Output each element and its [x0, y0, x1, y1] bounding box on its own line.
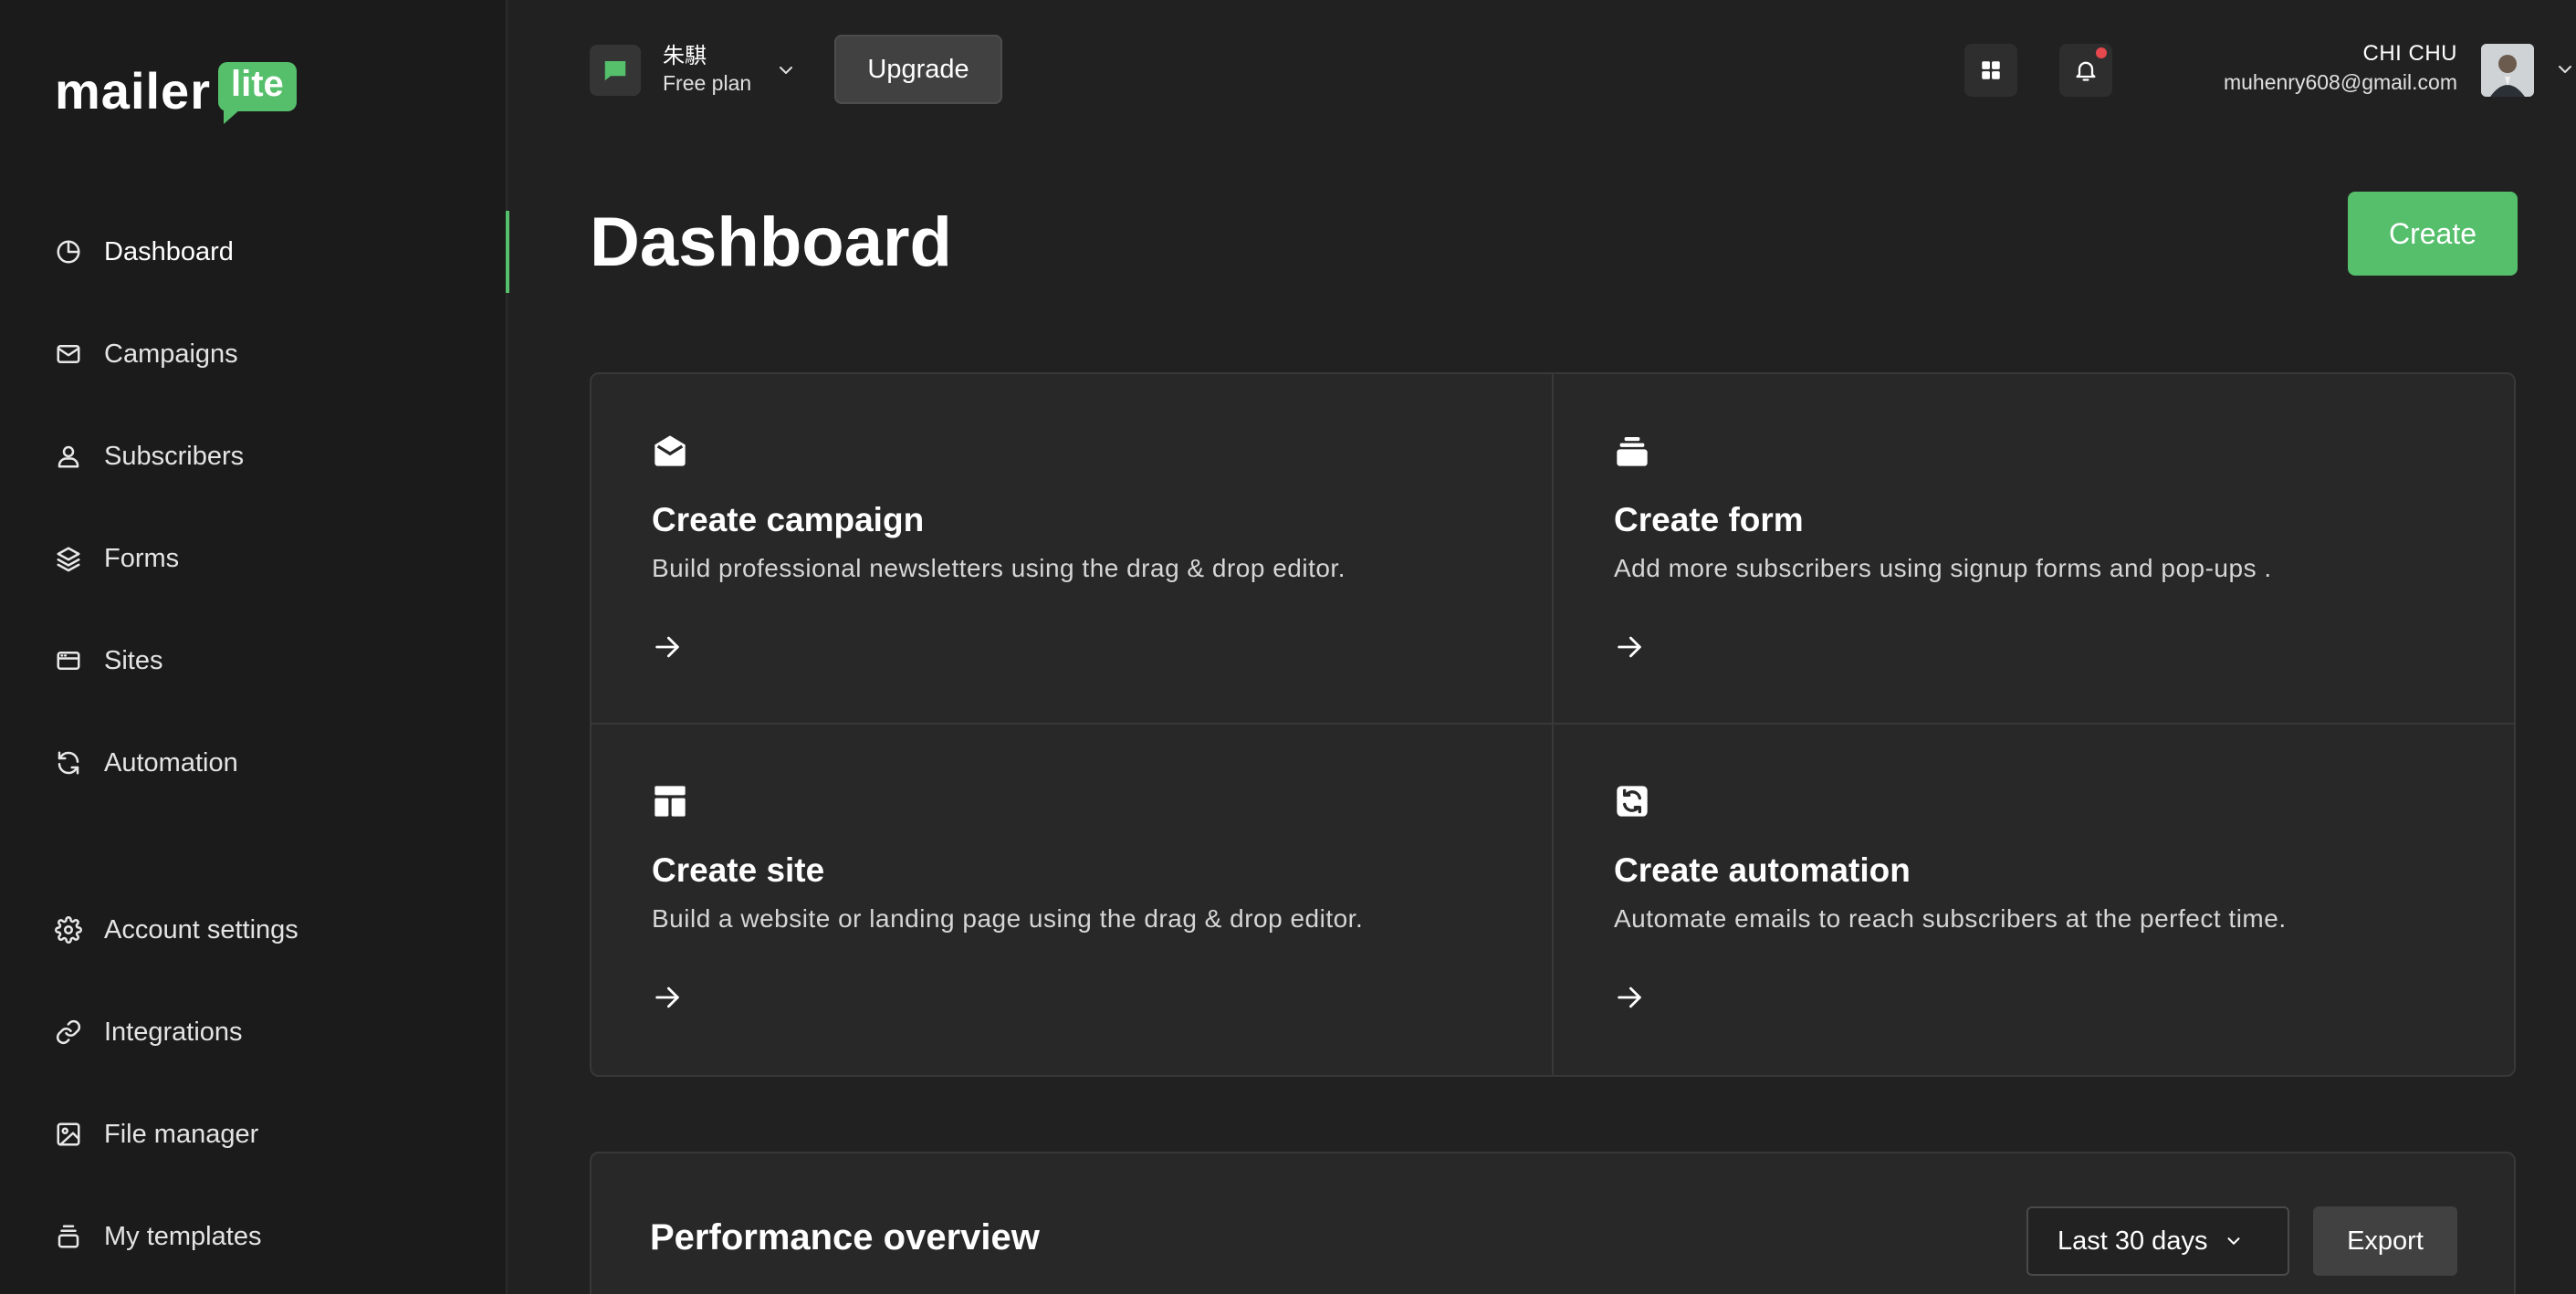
chevron-down-icon — [780, 66, 793, 74]
form-stack-icon — [1617, 437, 1648, 466]
sidebar-item-account-settings[interactable]: Account settings — [0, 889, 508, 971]
create-form-card[interactable]: Create form Add more subscribers using s… — [1554, 374, 2514, 725]
sidebar-item-subscribers[interactable]: Subscribers — [0, 415, 508, 497]
avatar-photo — [2481, 44, 2534, 97]
top-bar: 朱騏 Free plan Upgrade CHI CHU muhenry608@… — [508, 0, 2576, 137]
browser-window-icon — [55, 647, 82, 674]
card-description: Build professional newsletters using the… — [652, 554, 1346, 582]
sidebar-bottom-nav: Account settings Integrations File manag… — [0, 889, 508, 1294]
notification-dot — [2096, 47, 2107, 58]
sidebar-item-dashboard[interactable]: Dashboard — [0, 211, 509, 293]
card-description: Build a website or landing page using th… — [652, 904, 1364, 933]
open-envelope-icon — [654, 435, 686, 466]
performance-overview-panel: Performance overview Last 30 days Export — [590, 1152, 2516, 1294]
layout-icon — [654, 786, 686, 817]
pie-chart-icon — [55, 238, 82, 266]
sidebar-item-forms[interactable]: Forms — [0, 517, 508, 600]
link-icon — [55, 1018, 82, 1046]
sidebar-item-campaigns[interactable]: Campaigns — [0, 313, 508, 395]
arrow-right-icon[interactable] — [652, 631, 683, 663]
sidebar-item-label: Campaigns — [104, 339, 238, 369]
arrow-right-icon[interactable] — [1614, 982, 1645, 1013]
sidebar-nav: Dashboard Campaigns Subscribers Forms Si… — [0, 211, 509, 824]
bell-icon — [2076, 61, 2096, 81]
sidebar-item-label: Automation — [104, 747, 238, 777]
sidebar-item-label: File manager — [104, 1119, 259, 1149]
chevron-down-icon[interactable] — [2554, 58, 2576, 80]
performance-title: Performance overview — [650, 1217, 1040, 1257]
card-title: Create site — [652, 851, 825, 889]
main-content: 朱騏 Free plan Upgrade CHI CHU muhenry608@… — [508, 0, 2576, 1294]
sidebar-item-label: Dashboard — [104, 236, 234, 266]
upgrade-button[interactable]: Upgrade — [834, 35, 1002, 104]
card-title: Create form — [1614, 501, 1804, 538]
create-campaign-card[interactable]: Create campaign Build professional newsl… — [592, 374, 1554, 725]
quick-actions-grid: Create campaign Build professional newsl… — [590, 372, 2516, 1077]
account-plan: Free plan — [663, 71, 752, 96]
sidebar-item-label: Integrations — [104, 1017, 243, 1047]
chevron-down-icon — [2227, 1237, 2240, 1245]
user-email: muhenry608@gmail.com — [2223, 69, 2457, 94]
user-name: CHI CHU — [2362, 41, 2457, 66]
notifications-button[interactable] — [2059, 44, 2112, 97]
refresh-icon — [55, 749, 82, 777]
template-stack-icon — [55, 1223, 82, 1250]
page-title: Dashboard — [590, 203, 952, 281]
arrow-right-icon[interactable] — [1614, 631, 1645, 663]
date-range-select[interactable]: Last 30 days — [2026, 1206, 2289, 1276]
logo-badge: lite — [218, 62, 297, 124]
create-automation-card[interactable]: Create automation Automate emails to rea… — [1554, 725, 2514, 1075]
sidebar: mailer lite Dashboard Campaigns Subscrib… — [0, 0, 509, 1294]
sidebar-item-label: My templates — [104, 1221, 262, 1251]
create-site-card[interactable]: Create site Build a website or landing p… — [592, 725, 1554, 1075]
account-switcher[interactable]: 朱騏 Free plan — [590, 42, 797, 98]
sidebar-item-my-templates[interactable]: My templates — [0, 1195, 508, 1278]
sidebar-item-label: Subscribers — [104, 441, 245, 471]
sidebar-item-integrations[interactable]: Integrations — [0, 991, 508, 1073]
layers-icon — [55, 545, 82, 572]
sidebar-item-label: Sites — [104, 645, 163, 675]
user-icon — [55, 443, 82, 470]
apps-grid-button[interactable] — [1964, 44, 2017, 97]
automation-icon — [1617, 786, 1648, 817]
card-description: Add more subscribers using signup forms … — [1614, 554, 2272, 582]
card-description: Automate emails to reach subscribers at … — [1614, 904, 2287, 933]
account-text: 朱騏 Free plan — [663, 42, 751, 98]
mailerlite-logo[interactable]: mailer lite — [55, 62, 297, 124]
apps-grid-icon — [1982, 61, 2000, 79]
sidebar-item-sites[interactable]: Sites — [0, 620, 508, 702]
image-icon — [55, 1121, 82, 1148]
chat-bubble-icon — [590, 44, 641, 96]
arrow-right-icon[interactable] — [652, 982, 683, 1013]
create-button[interactable]: Create — [2348, 192, 2518, 276]
user-menu[interactable]: CHI CHU muhenry608@gmail.com — [2224, 38, 2457, 96]
export-button[interactable]: Export — [2313, 1206, 2457, 1276]
card-title: Create automation — [1614, 851, 1911, 889]
gear-icon — [55, 916, 82, 944]
sidebar-item-label: Forms — [104, 543, 180, 573]
sidebar-item-automation[interactable]: Automation — [0, 722, 508, 804]
account-name: 朱騏 — [663, 44, 707, 68]
card-title: Create campaign — [652, 501, 925, 538]
sidebar-item-label: Account settings — [104, 914, 298, 944]
sidebar-item-file-manager[interactable]: File manager — [0, 1093, 508, 1175]
envelope-icon — [55, 340, 82, 368]
avatar[interactable] — [2481, 44, 2534, 97]
logo-word: mailer — [55, 62, 211, 120]
date-range-value: Last 30 days — [2058, 1226, 2208, 1256]
